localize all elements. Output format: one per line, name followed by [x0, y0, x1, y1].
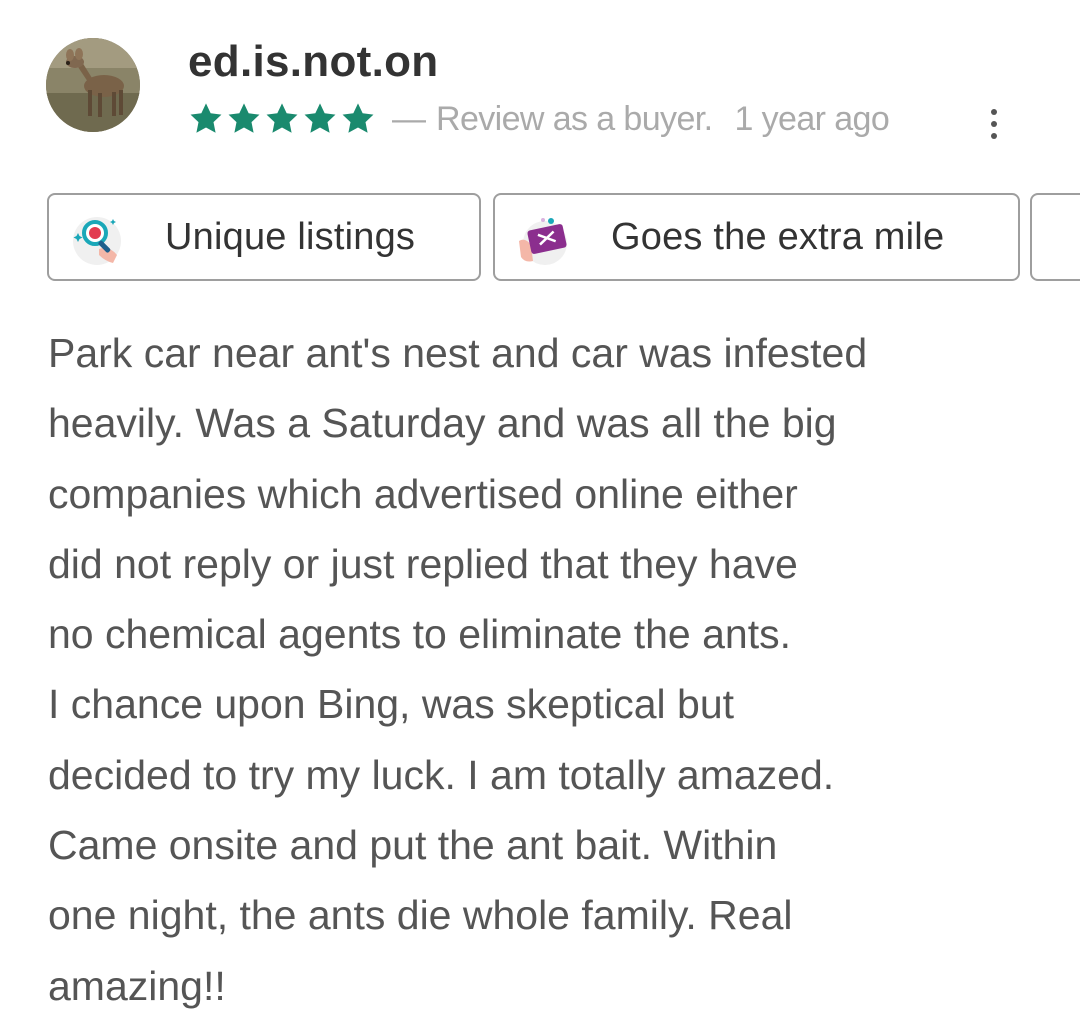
star-icon — [226, 101, 262, 137]
star-icon — [340, 101, 376, 137]
meta-separator: — — [392, 99, 426, 138]
magnifier-sparkle-icon — [69, 211, 125, 267]
more-dot — [991, 121, 997, 127]
review-text-line: did not reply or just replied that they … — [48, 540, 798, 587]
tag-partial-next[interactable] — [1030, 193, 1080, 281]
star-icon — [188, 101, 224, 137]
deer-photo-icon — [46, 38, 140, 132]
review-text-line: companies which advertised online either — [48, 470, 798, 517]
review-body: Park car near ant's nest and car was inf… — [48, 318, 1048, 1021]
review-text-line: Came onsite and put the ant bait. Within — [48, 822, 778, 869]
tag-goes-extra-mile[interactable]: Goes the extra mile — [493, 193, 1020, 281]
more-dot — [991, 109, 997, 115]
review-meta: — Review as a buyer. 1 year ago — [188, 96, 890, 142]
star-rating — [188, 101, 376, 137]
review-tags: Unique listings Goes the extra mile — [47, 193, 1080, 285]
tag-label: Unique listings — [165, 215, 416, 258]
tag-label: Goes the extra mile — [611, 215, 945, 258]
more-dot — [991, 133, 997, 139]
review-text-line: no chemical agents to eliminate the ants… — [48, 611, 791, 658]
review-type: Review as a buyer. — [436, 99, 713, 138]
avatar[interactable] — [46, 38, 140, 132]
review-text-line: amazing!! — [48, 962, 226, 1009]
gift-card-hand-icon — [515, 211, 571, 267]
review-text-line: heavily. Was a Saturday and was all the … — [48, 400, 837, 447]
review-text-line: I chance upon Bing, was skeptical but — [48, 681, 735, 728]
review-card: ed.is.not.on — Review as a buyer. 1 year… — [0, 0, 1080, 1013]
review-text-line: one night, the ants die whole family. Re… — [48, 892, 793, 939]
review-timestamp: 1 year ago — [734, 99, 890, 138]
star-icon — [264, 101, 300, 137]
reviewer-username[interactable]: ed.is.not.on — [188, 36, 438, 88]
review-text-line: decided to try my luck. I am totally ama… — [48, 751, 835, 798]
tag-unique-listings[interactable]: Unique listings — [47, 193, 481, 281]
more-options-button[interactable] — [976, 100, 1012, 148]
star-icon — [302, 101, 338, 137]
review-text-line: Park car near ant's nest and car was inf… — [48, 330, 868, 376]
